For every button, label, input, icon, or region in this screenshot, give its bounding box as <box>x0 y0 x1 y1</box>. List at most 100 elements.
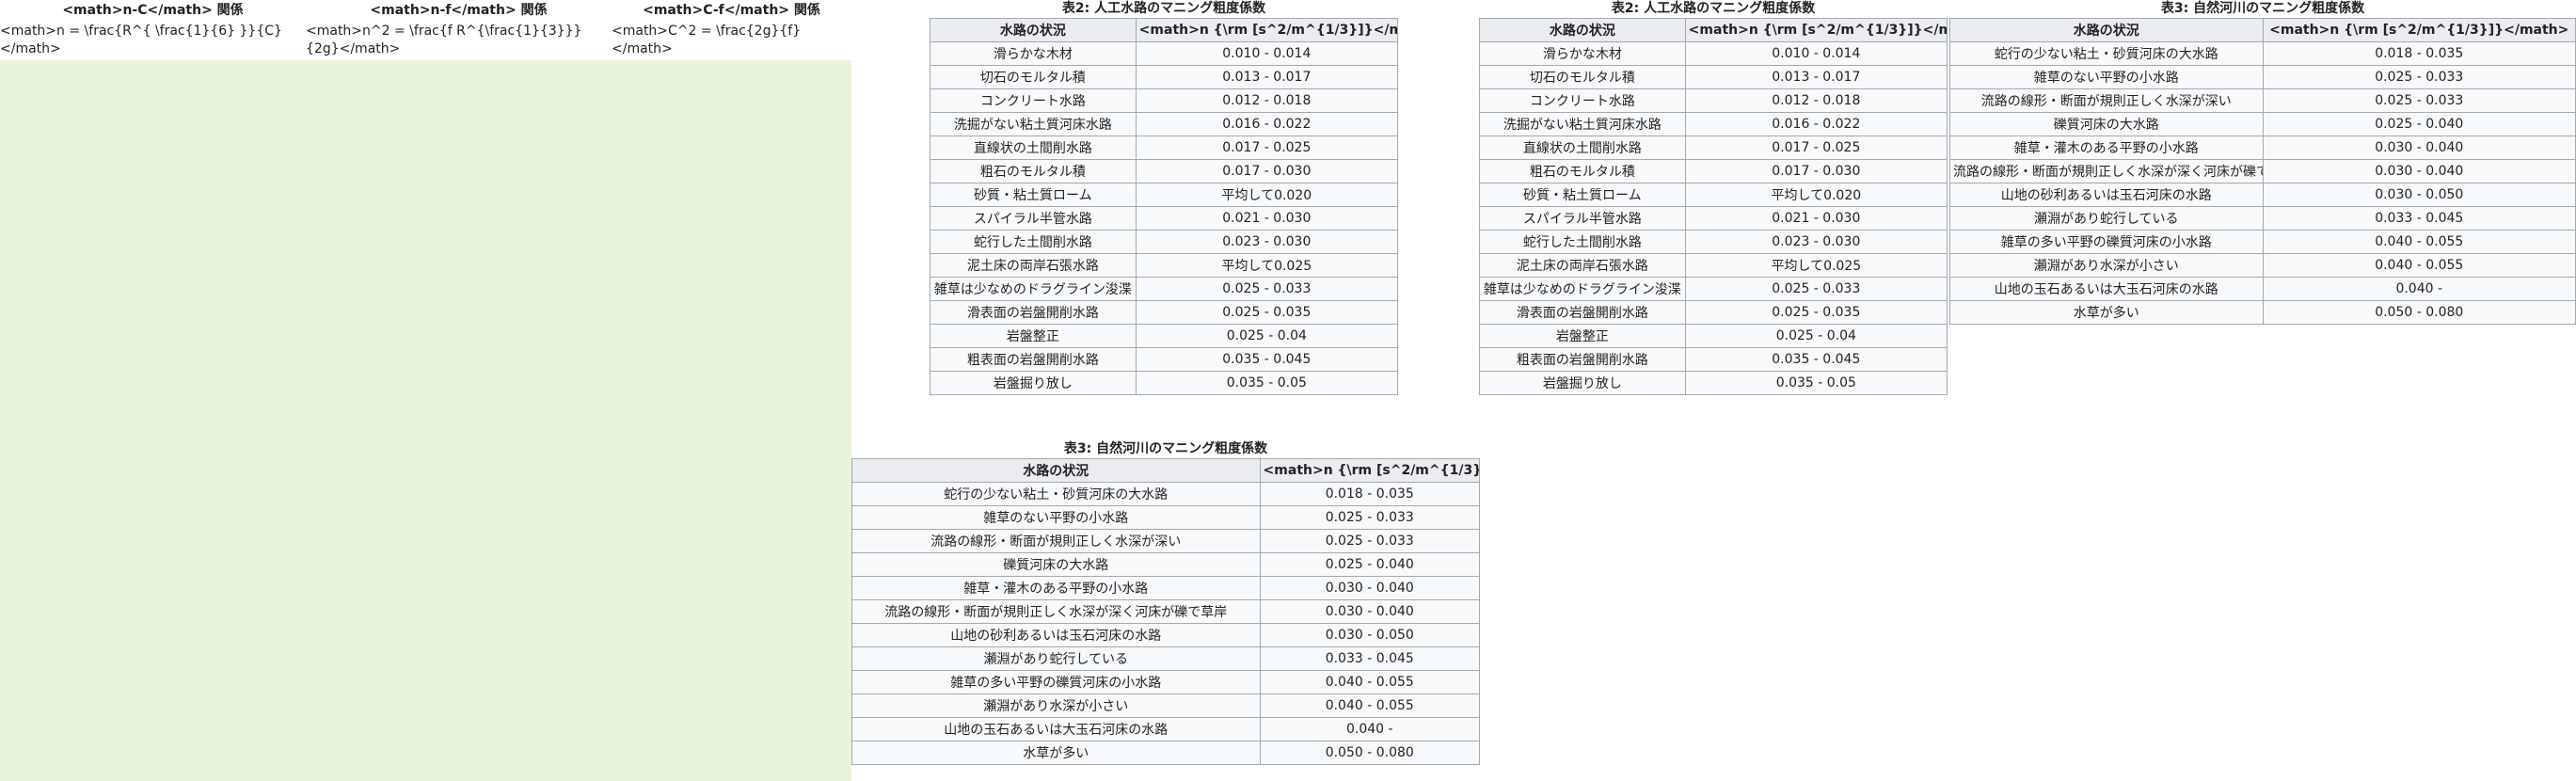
cell-condition: 流路の線形・断面が規則正しく水深が深い <box>851 529 1261 553</box>
cell-n-value: 0.025 - 0.033 <box>1684 277 1948 301</box>
cell-n-value: 0.033 - 0.045 <box>1259 646 1481 671</box>
cell-n-value: 0.025 - 0.04 <box>1135 324 1399 348</box>
table-row: 瀬淵があり水深が小さい 0.040 - 0.055 <box>1949 253 2576 278</box>
cell-n-value: 0.016 - 0.022 <box>1135 112 1399 136</box>
cell-condition: 山地の砂利あるいは玉石河床の水路 <box>1949 183 2264 207</box>
cell-n-value: 0.040 - <box>2262 277 2576 301</box>
table-row: 岩盤整正 0.025 - 0.04 <box>1479 324 1948 348</box>
table-row: 切石のモルタル積 0.013 - 0.017 <box>1479 65 1948 89</box>
table-row: スパイラル半管水路 0.021 - 0.030 <box>1479 206 1948 231</box>
cell-n-value: 0.030 - 0.040 <box>1259 576 1481 600</box>
cell-condition: 洗掘がない粘土質河床水路 <box>930 112 1137 136</box>
cell-n-value: 0.010 - 0.014 <box>1684 41 1948 66</box>
column-header-condition: 水路の状況 <box>1479 18 1686 42</box>
table-row: 粗表面の岩盤開削水路 0.035 - 0.045 <box>930 347 1399 372</box>
table-row: 滑らかな木材 0.010 - 0.014 <box>930 41 1399 66</box>
table-row: 砂質・粘土質ローム 平均して0.020 <box>1479 183 1948 207</box>
relation-header-n-f: <math>n-f</math> 関係 <box>370 3 548 18</box>
table-row: 礫質河床の大水路 0.025 - 0.040 <box>1949 112 2576 136</box>
table-row: 滑表面の岩盤開削水路 0.025 - 0.035 <box>1479 300 1948 325</box>
cell-n-value: 0.018 - 0.035 <box>1259 482 1481 506</box>
table-row: 粗石のモルタル積 0.017 - 0.030 <box>1479 159 1948 183</box>
cell-n-value: 0.025 - 0.033 <box>2262 88 2576 113</box>
table-row: 粗石のモルタル積 0.017 - 0.030 <box>930 159 1399 183</box>
cell-condition: 雑草・灌木のある平野の小水路 <box>1949 135 2264 160</box>
column-header-n-value: <math>n {\rm [s^2/m^{1/3}]}</math> <box>2262 18 2576 42</box>
cell-n-value: 0.025 - 0.040 <box>1259 552 1481 577</box>
table-row: 滑表面の岩盤開削水路 0.025 - 0.035 <box>930 300 1399 325</box>
table-header-row: 水路の状況<math>n {\rm [s^2/m^{1/3}]}</math> <box>851 458 1481 483</box>
cell-n-value: 0.012 - 0.018 <box>1684 88 1948 113</box>
table-row: 流路の線形・断面が規則正しく水深が深く河床が礫で草岸 0.030 - 0.040 <box>1949 159 2576 183</box>
table-row: 山地の玉石あるいは大玉石河床の水路 0.040 - <box>851 717 1481 741</box>
table-row: 岩盤掘り放し 0.035 - 0.05 <box>930 371 1399 395</box>
cell-condition: コンクリート水路 <box>930 88 1137 113</box>
cell-n-value: 0.040 - 0.055 <box>1259 693 1481 718</box>
relation-header-c-f: <math>C-f</math> 関係 <box>643 3 820 18</box>
table-row: 蛇行の少ない粘土・砂質河床の大水路 0.018 - 0.035 <box>1949 41 2576 66</box>
cell-condition: 岩盤掘り放し <box>1479 371 1686 395</box>
column-header-n-value: <math>n {\rm [s^2/m^{1/3}]}</math> <box>1135 18 1399 42</box>
cell-n-value: 0.017 - 0.030 <box>1135 159 1399 183</box>
table-row: 山地の玉石あるいは大玉石河床の水路 0.040 - <box>1949 277 2576 301</box>
table-row: 岩盤整正 0.025 - 0.04 <box>930 324 1399 348</box>
cell-condition: スパイラル半管水路 <box>930 206 1137 231</box>
table-row: 直線状の土間削水路 0.017 - 0.025 <box>1479 135 1948 160</box>
table-row: 砂質・粘土質ローム 平均して0.020 <box>930 183 1399 207</box>
cell-condition: 直線状の土間削水路 <box>930 135 1137 160</box>
cell-condition: 蛇行した土間削水路 <box>930 230 1137 254</box>
cell-condition: 泥土床の両岸石張水路 <box>930 253 1137 278</box>
table-row: 雑草の多い平野の礫質河床の小水路 0.040 - 0.055 <box>1949 230 2576 254</box>
cell-condition: 礫質河床の大水路 <box>851 552 1261 577</box>
green-background-area <box>0 60 851 781</box>
table-row: 瀬淵があり水深が小さい 0.040 - 0.055 <box>851 693 1481 718</box>
table-row: 洗掘がない粘土質河床水路 0.016 - 0.022 <box>1479 112 1948 136</box>
cell-n-value: 0.025 - 0.033 <box>1259 529 1481 553</box>
natural-table-block-2: 表3: 自然河川のマニング粗度係数 水路の状況 <math>n {\rm [s^2/… <box>1949 0 2576 325</box>
cell-n-value: 0.040 - 0.055 <box>2262 253 2576 278</box>
table-row: 流路の線形・断面が規則正しく水深が深い 0.025 - 0.033 <box>851 529 1481 553</box>
cell-n-value: 0.040 - <box>1259 717 1481 741</box>
column-header-condition: 水路の状況 <box>930 18 1137 42</box>
cell-condition: 流路の線形・断面が規則正しく水深が深く河床が礫で草岸 <box>851 599 1261 624</box>
cell-n-value: 0.023 - 0.030 <box>1684 230 1948 254</box>
cell-condition: 雑草の多い平野の礫質河床の小水路 <box>851 670 1261 694</box>
table-row: 雑草のない平野の小水路 0.025 - 0.033 <box>1949 65 2576 89</box>
cell-n-value: 0.050 - 0.080 <box>2262 300 2576 325</box>
cell-condition: 礫質河床の大水路 <box>1949 112 2264 136</box>
cell-n-value: 0.013 - 0.017 <box>1135 65 1399 89</box>
cell-condition: 岩盤整正 <box>1479 324 1686 348</box>
cell-condition: 蛇行の少ない粘土・砂質河床の大水路 <box>851 482 1261 506</box>
cell-n-value: 0.025 - 0.040 <box>2262 112 2576 136</box>
cell-condition: 蛇行した土間削水路 <box>1479 230 1686 254</box>
cell-condition: 山地の玉石あるいは大玉石河床の水路 <box>851 717 1261 741</box>
cell-condition: 瀬淵があり水深が小さい <box>851 693 1261 718</box>
cell-n-value: 0.021 - 0.030 <box>1684 206 1948 231</box>
cell-n-value: 0.013 - 0.017 <box>1684 65 1948 89</box>
cell-n-value: 0.030 - 0.040 <box>2262 135 2576 160</box>
cell-condition: 滑らかな木材 <box>1479 41 1686 66</box>
table-caption: 表3: 自然河川のマニング粗度係数 <box>2160 1 2365 16</box>
cell-condition: 滑らかな木材 <box>930 41 1137 66</box>
column-header-n-value: <math>n {\rm [s^2/m^{1/3}]}</math> <box>1259 458 1481 483</box>
cell-n-value: 0.030 - 0.050 <box>1259 623 1481 647</box>
cell-n-value: 0.023 - 0.030 <box>1135 230 1399 254</box>
table-row: 蛇行した土間削水路 0.023 - 0.030 <box>1479 230 1948 254</box>
cell-condition: 岩盤整正 <box>930 324 1137 348</box>
cell-n-value: 0.030 - 0.050 <box>2262 183 2576 207</box>
table-row: 雑草の多い平野の礫質河床の小水路 0.040 - 0.055 <box>851 670 1481 694</box>
cell-n-value: 0.035 - 0.05 <box>1135 371 1399 395</box>
table-row: 泥土床の両岸石張水路 平均して0.025 <box>930 253 1399 278</box>
cell-n-value: 平均して0.025 <box>1135 253 1399 278</box>
natural-table-block-1: 表3: 自然河川のマニング粗度係数 水路の状況 <math>n {\rm [s^2/… <box>851 440 1481 765</box>
cell-n-value: 0.025 - 0.033 <box>1259 505 1481 530</box>
table-row: 山地の砂利あるいは玉石河床の水路 0.030 - 0.050 <box>1949 183 2576 207</box>
cell-condition: 雑草は少なめのドラグライン浚渫 <box>1479 277 1686 301</box>
artificial-table-block-2: 表2: 人工水路のマニング粗度係数 水路の状況 <math>n {\rm [s^2/… <box>1479 0 1948 395</box>
cell-n-value: 0.018 - 0.035 <box>2262 41 2576 66</box>
cell-n-value: 0.040 - 0.055 <box>1259 670 1481 694</box>
cell-n-value: 0.030 - 0.040 <box>1259 599 1481 624</box>
table-row: 山地の砂利あるいは玉石河床の水路 0.030 - 0.050 <box>851 623 1481 647</box>
table-row: 粗表面の岩盤開削水路 0.035 - 0.045 <box>1479 347 1948 372</box>
cell-condition: 砂質・粘土質ローム <box>930 183 1137 207</box>
